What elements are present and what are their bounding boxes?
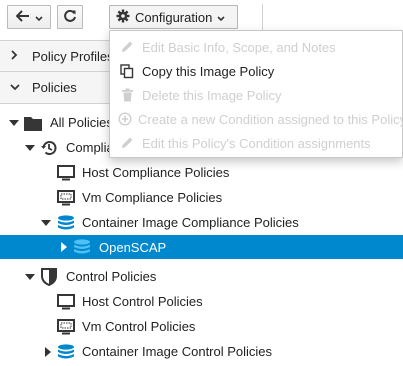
refresh-button[interactable]	[57, 5, 83, 29]
caret-down-icon[interactable]	[8, 117, 20, 129]
menu-item-label: Create a new Condition assigned to this …	[138, 111, 403, 127]
vm-icon	[57, 318, 75, 336]
configuration-menu: Edit Basic Info, Scope, and Notes Copy t…	[109, 30, 403, 158]
plus-circle-icon	[118, 112, 132, 126]
back-button[interactable]	[7, 5, 51, 29]
tree-label: Host Control Policies	[82, 294, 203, 309]
tree-node-vm-compliance-policies[interactable]: Vm Compliance Policies	[0, 185, 403, 210]
container-image-icon	[57, 343, 75, 361]
menu-item-label: Edit this Policy's Condition assignments	[142, 135, 371, 151]
history-icon	[40, 139, 58, 157]
configuration-label: Configuration	[135, 9, 213, 25]
copy-icon	[118, 63, 136, 79]
tree-node-openscap[interactable]: OpenSCAP	[0, 235, 403, 259]
tree-node-host-control-policies[interactable]: Host Control Policies	[0, 289, 403, 314]
tree-node-control-policies[interactable]: Control Policies	[0, 264, 403, 289]
container-image-icon	[73, 238, 91, 256]
container-image-icon	[57, 214, 75, 232]
chevron-down-icon	[10, 82, 24, 94]
tree-label: Vm Compliance Policies	[82, 190, 223, 205]
menu-item-edit-condition-assignments[interactable]: Edit this Policy's Condition assignments	[110, 131, 402, 155]
tree-label: OpenSCAP	[99, 239, 167, 255]
menu-item-edit-basic-info[interactable]: Edit Basic Info, Scope, and Notes	[110, 35, 402, 59]
arrow-left-icon	[15, 9, 30, 25]
menu-item-copy-image-policy[interactable]: Copy this Image Policy	[110, 59, 402, 83]
accordion-label: Policies	[32, 80, 77, 95]
folder-icon	[24, 114, 42, 132]
menu-item-delete-image-policy[interactable]: Delete this Image Policy	[110, 83, 402, 107]
monitor-icon	[57, 293, 75, 311]
tree-node-vm-control-policies[interactable]: Vm Control Policies	[0, 314, 403, 339]
tree-label: Container Image Control Policies	[82, 344, 273, 359]
tree-label: Complia	[66, 140, 114, 155]
caret-down-icon[interactable]	[24, 142, 36, 154]
tree-node-host-compliance-policies[interactable]: Host Compliance Policies	[0, 160, 403, 185]
menu-item-label: Copy this Image Policy	[142, 63, 275, 79]
tree-node-container-image-compliance-policies[interactable]: Container Image Compliance Policies	[0, 210, 403, 235]
pencil-icon	[118, 136, 136, 150]
pencil-icon	[118, 40, 136, 54]
tree-label: All Policies	[50, 115, 113, 130]
toolbar: Configuration	[0, 0, 403, 33]
tree-label: Control Policies	[66, 269, 157, 284]
refresh-icon	[63, 9, 77, 26]
vm-icon	[57, 189, 75, 207]
menu-item-label: Edit Basic Info, Scope, and Notes	[142, 39, 336, 55]
menu-item-create-condition[interactable]: Create a new Condition assigned to this …	[110, 107, 403, 131]
gear-icon	[116, 9, 130, 26]
tree-label: Container Image Compliance Policies	[82, 215, 299, 230]
tree-label: Vm Control Policies	[82, 319, 196, 334]
caret-right-icon[interactable]	[42, 346, 54, 358]
trash-icon	[118, 88, 136, 102]
shield-icon	[40, 267, 58, 286]
caret-down-icon[interactable]	[40, 217, 52, 229]
menu-item-label: Delete this Image Policy	[142, 87, 282, 103]
chevron-down-icon	[217, 10, 225, 25]
tree-node-container-image-control-policies[interactable]: Container Image Control Policies	[0, 339, 403, 364]
chevron-right-icon	[10, 49, 24, 63]
toolbar-divider	[262, 4, 263, 30]
configuration-button[interactable]: Configuration	[109, 5, 238, 29]
caret-right-icon[interactable]	[58, 241, 70, 253]
caret-down-icon[interactable]	[24, 271, 36, 283]
monitor-icon	[57, 164, 75, 182]
chevron-down-icon	[34, 10, 43, 25]
accordion-label: Policy Profiles	[32, 48, 114, 64]
tree-label: Host Compliance Policies	[82, 165, 230, 180]
